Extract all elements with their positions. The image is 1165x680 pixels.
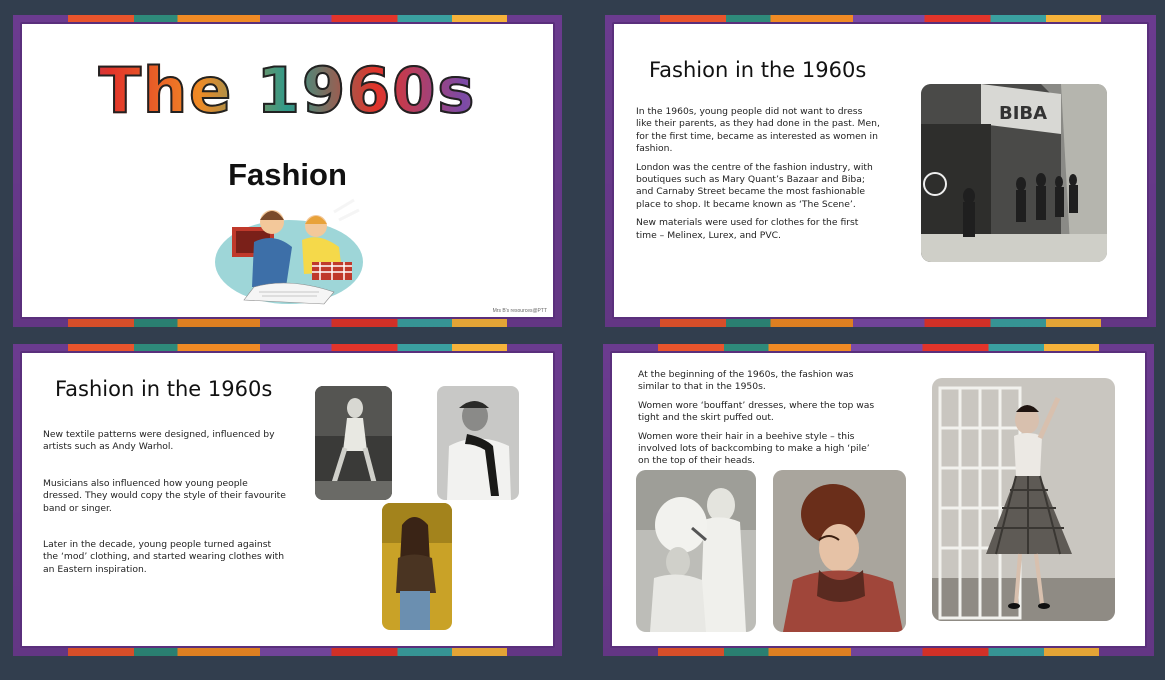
biba-sign: BIBA [999, 103, 1047, 124]
paragraph: London was the centre of the fashion ind… [636, 161, 873, 210]
paragraph: In the 1960s, young people did not want … [636, 106, 880, 155]
slide-body-text: New textile patterns were designed, infl… [43, 429, 289, 582]
slide-body-text: At the beginning of the 1960s, the fashi… [638, 369, 884, 474]
paragraph: Women wore ‘bouffant’ dresses, where the… [638, 399, 875, 424]
paragraph: Women wore their hair in a beehive style… [638, 430, 870, 467]
full-skirt-woman-photo [932, 378, 1115, 621]
slide-content: At the beginning of the 1960s, the fashi… [610, 351, 1147, 648]
beehive-woman-photo [773, 470, 906, 632]
hairdresser-photo [636, 470, 756, 632]
slide-body-text: In the 1960s, young people did not want … [636, 106, 880, 248]
paragraph: Musicians also influenced how young peop… [43, 477, 286, 514]
slide-thumbnail-3[interactable]: Fashion in the 1960s New textile pattern… [13, 344, 562, 656]
slide-title: The 1960s [22, 53, 553, 128]
slide-content: Fashion in the 1960s In the 1960s, young… [612, 22, 1149, 319]
slide-thumbnail-2[interactable]: Fashion in the 1960s In the 1960s, young… [605, 15, 1156, 327]
slide-heading: Fashion in the 1960s [55, 377, 273, 401]
slide-heading: Fashion in the 1960s [649, 58, 867, 82]
slide-content: The 1960s Fashion Mrs B's resources@PTT [20, 22, 555, 319]
slide-subtitle: Fashion [228, 157, 347, 192]
slide-content: Fashion in the 1960s New textile pattern… [20, 351, 555, 648]
credit-text: Mrs B's resources@PTT [492, 308, 547, 314]
slide-thumbnail-1[interactable]: The 1960s Fashion Mrs B's resources@PTT [13, 15, 562, 327]
paragraph: New materials were used for clothes for … [636, 217, 859, 241]
paragraph: At the beginning of the 1960s, the fashi… [638, 369, 854, 393]
man-scarf-photo [437, 386, 519, 500]
woman-sitting-photo [315, 386, 392, 500]
paragraph: New textile patterns were designed, infl… [43, 429, 275, 453]
slide-thumbnail-4[interactable]: At the beginning of the 1960s, the fashi… [603, 344, 1154, 656]
sewing-women-illustration [214, 192, 364, 307]
paragraph: Later in the decade, young people turned… [43, 539, 285, 575]
hippie-woman-photo [382, 503, 452, 630]
biba-street-photo: BIBA [921, 84, 1107, 262]
